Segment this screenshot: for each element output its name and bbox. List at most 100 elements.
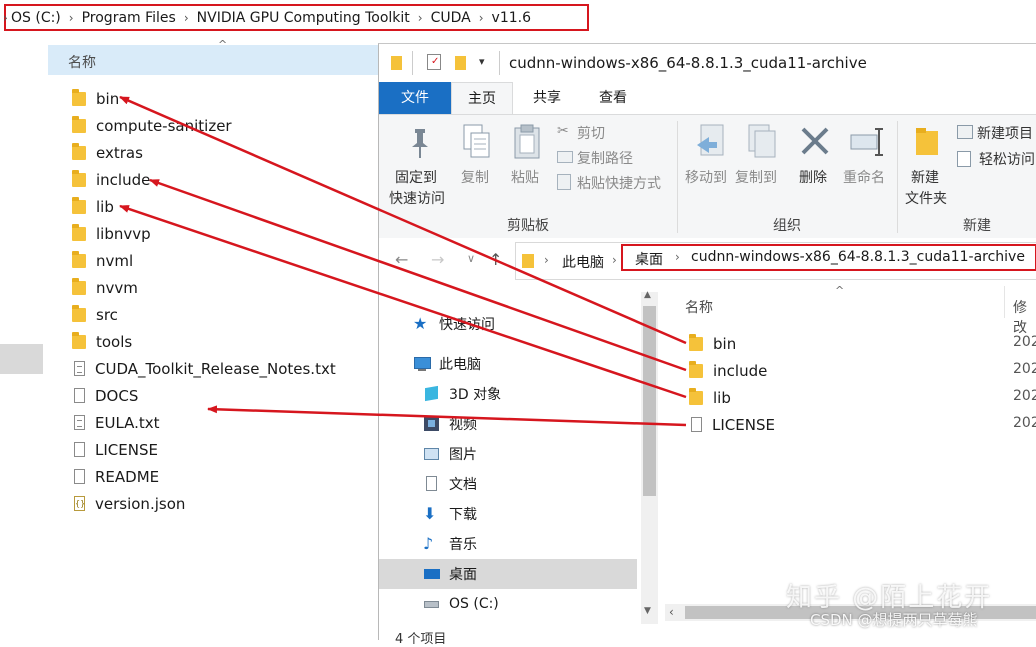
sidebar-selected-item[interactable] [0, 344, 43, 374]
cut-button[interactable]: 剪切 [577, 123, 605, 143]
tab-view[interactable]: 查看 [583, 82, 643, 114]
copy-path-button[interactable]: 复制路径 [577, 148, 633, 168]
tab-share[interactable]: 共享 [521, 82, 573, 114]
copy-to-icon[interactable] [745, 123, 777, 163]
nav-item-this-pc[interactable]: 此电脑 [413, 350, 481, 378]
move-to-button-label[interactable]: 移动到 [685, 167, 727, 187]
folder-icon [72, 223, 86, 241]
column-header-name[interactable]: 名称 [685, 297, 713, 317]
tab-file[interactable]: 文件 [379, 82, 451, 114]
file-row-nvvm[interactable]: nvvm [72, 274, 138, 301]
copy-button-label[interactable]: 复制 [461, 167, 489, 187]
file-row-lib[interactable]: lib [689, 384, 731, 411]
nav-item-documents[interactable]: 文档 [423, 470, 477, 498]
file-row-include[interactable]: include [72, 166, 150, 193]
file-row-tools[interactable]: tools [72, 328, 132, 355]
easy-access-button[interactable]: 轻松访问 [979, 149, 1035, 169]
breadcrumb-cuda-path[interactable]: › OS (C:) › Program Files › NVIDIA GPU C… [3, 4, 589, 31]
file-row-version-json[interactable]: {} version.json [72, 490, 185, 517]
new-item-button[interactable]: 新建项目 [977, 123, 1033, 143]
properties-icon[interactable]: ✓ [427, 54, 441, 70]
file-row-include[interactable]: include [689, 357, 767, 384]
paste-shortcut-button[interactable]: 粘贴快捷方式 [577, 173, 661, 193]
delete-icon[interactable] [799, 123, 831, 163]
file-row-extras[interactable]: extras [72, 139, 143, 166]
address-segment-cudnn[interactable]: cudnn-windows-x86_64-8.8.1.3_cuda11-arch… [691, 249, 1025, 265]
breadcrumb-item-version[interactable]: v11.6 [487, 10, 536, 26]
recent-locations-chevron-icon[interactable]: ∨ [467, 252, 475, 265]
tab-home[interactable]: 主页 [451, 82, 513, 114]
file-row-readme[interactable]: README [72, 463, 159, 490]
nav-item-desktop[interactable]: 桌面 [423, 560, 477, 588]
file-row-nvml[interactable]: nvml [72, 247, 133, 274]
breadcrumb-item-os-drive[interactable]: OS (C:) [6, 10, 66, 26]
back-arrow-icon[interactable]: ← [395, 250, 408, 269]
pin-icon[interactable] [401, 125, 437, 161]
nav-label: 音乐 [449, 537, 477, 553]
file-row-libnvvp[interactable]: libnvvp [72, 220, 151, 247]
copy-icon[interactable] [461, 123, 493, 163]
scissors-icon[interactable]: ✂ [557, 123, 569, 139]
file-row-docs[interactable]: DOCS [72, 382, 138, 409]
desktop-icon [423, 566, 441, 582]
rename-button-label[interactable]: 重命名 [843, 167, 885, 187]
new-item-icon[interactable] [957, 125, 973, 139]
move-to-icon[interactable] [695, 123, 727, 163]
scroll-up-icon[interactable]: ▲ [644, 290, 651, 300]
address-segment-desktop[interactable]: 桌面 [635, 249, 663, 269]
rename-icon[interactable] [849, 123, 885, 163]
file-row-bin[interactable]: bin [689, 330, 736, 357]
nav-item-videos[interactable]: 视频 [423, 410, 477, 438]
address-segment-this-pc[interactable]: 此电脑 [562, 252, 604, 272]
picture-icon [423, 446, 441, 462]
folder-icon [72, 196, 86, 214]
paste-button-label[interactable]: 粘贴 [511, 167, 539, 187]
file-row-license[interactable]: LICENSE [72, 436, 158, 463]
document-icon [423, 476, 441, 492]
column-header-modified[interactable]: 修改 [1013, 297, 1036, 337]
scroll-left-icon[interactable]: ‹ [669, 605, 674, 619]
new-folder-icon[interactable] [913, 125, 943, 159]
group-label-new: 新建 [963, 218, 991, 234]
new-folder-label-2[interactable]: 文件夹 [905, 188, 947, 208]
nav-item-quick-access[interactable]: ★ 快速访问 [413, 310, 495, 338]
scroll-down-icon[interactable]: ▼ [644, 606, 651, 616]
breadcrumb-item-cuda[interactable]: CUDA [426, 10, 476, 26]
file-name: DOCS [95, 386, 139, 405]
paste-shortcut-icon[interactable] [557, 174, 571, 190]
nav-item-pictures[interactable]: 图片 [423, 440, 477, 468]
nav-item-3d-objects[interactable]: 3D 对象 [423, 380, 501, 408]
column-header-name[interactable] [48, 45, 378, 75]
folder-icon [689, 333, 703, 351]
easy-access-icon[interactable] [957, 151, 971, 167]
file-row-license[interactable]: LICENSE [689, 411, 775, 438]
nav-label: 视频 [449, 417, 477, 433]
up-arrow-icon[interactable]: ↑ [489, 250, 502, 269]
nav-item-music[interactable]: ♪ 音乐 [423, 530, 477, 558]
delete-button-label[interactable]: 删除 [799, 167, 827, 187]
file-row-compute-sanitizer[interactable]: compute-sanitizer [72, 112, 232, 139]
file-row-lib[interactable]: lib [72, 193, 114, 220]
breadcrumb-item-nvidia-toolkit[interactable]: NVIDIA GPU Computing Toolkit [192, 10, 415, 26]
clipboard-icon[interactable] [511, 123, 543, 163]
customize-toolbar-icon[interactable]: ▾ [479, 55, 485, 68]
nav-item-downloads[interactable]: ⬇ 下载 [423, 500, 477, 528]
file-row-bin[interactable]: bin [72, 85, 119, 112]
file-row-eula[interactable]: EULA.txt [72, 409, 160, 436]
nav-scrollbar-thumb[interactable] [643, 306, 656, 496]
new-folder-label-1[interactable]: 新建 [911, 167, 939, 187]
forward-arrow-icon[interactable]: → [431, 250, 444, 269]
breadcrumb-item-program-files[interactable]: Program Files [77, 10, 181, 26]
pin-quick-access-label-1[interactable]: 固定到 [395, 167, 437, 187]
copy-path-icon[interactable] [557, 151, 573, 163]
file-name: lib [713, 388, 731, 407]
nav-item-os-drive[interactable]: OS (C:) [423, 590, 499, 618]
file-row-src[interactable]: src [72, 301, 118, 328]
watermark-csdn: CSDN @想提两只草莓熊 [810, 611, 978, 629]
new-folder-icon[interactable] [455, 56, 466, 70]
file-row-release-notes[interactable]: CUDA_Toolkit_Release_Notes.txt [72, 355, 336, 382]
file-name: README [95, 467, 160, 486]
column-divider[interactable] [1004, 286, 1005, 318]
copy-to-button-label[interactable]: 复制到 [735, 167, 777, 187]
pin-quick-access-label-2[interactable]: 快速访问 [389, 188, 445, 208]
